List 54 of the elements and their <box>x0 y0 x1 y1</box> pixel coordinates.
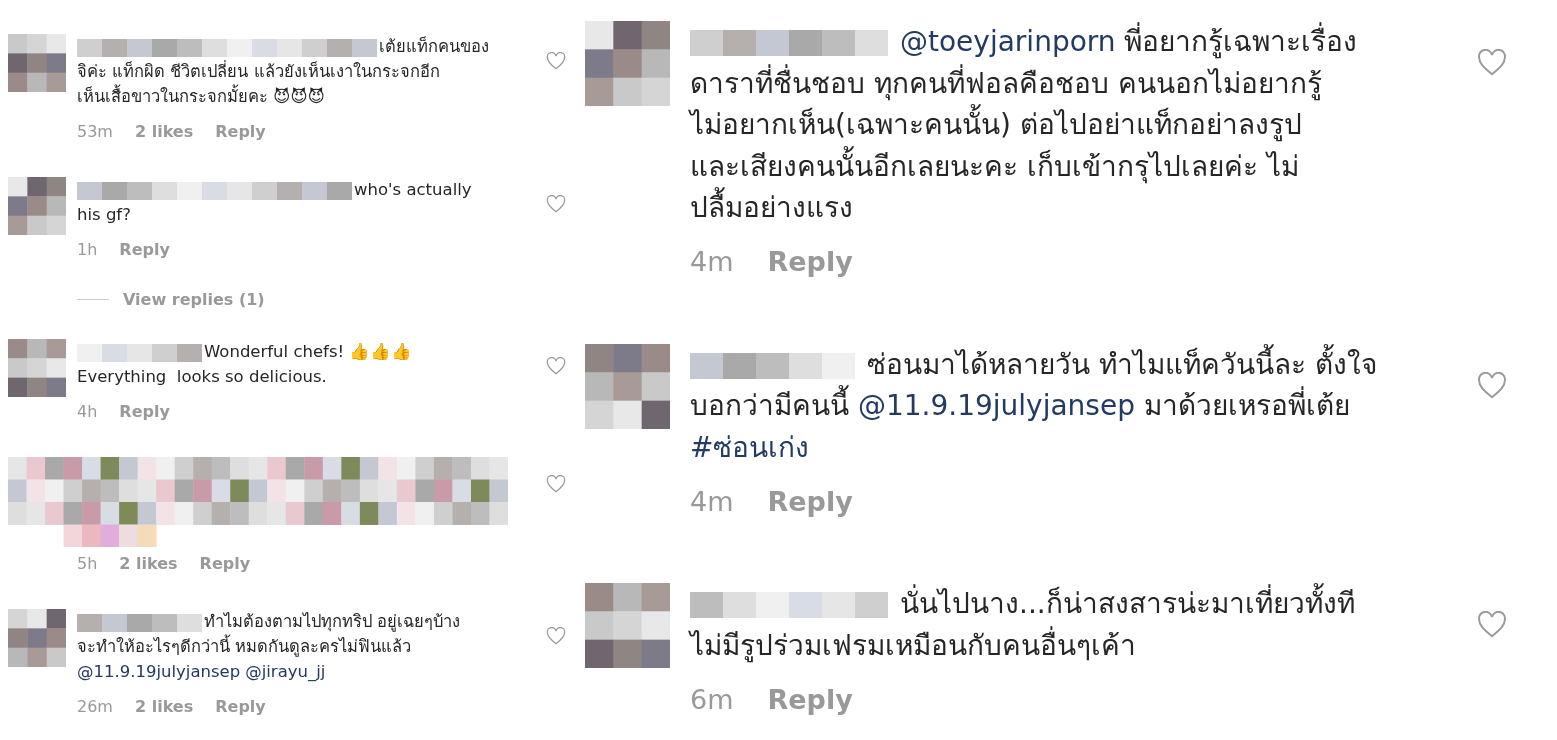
reply-button[interactable]: Reply <box>199 553 251 573</box>
comment-text: Wonderful chefs! 👍👍👍 Everything looks so delicious. <box>77 341 414 388</box>
mention-link[interactable]: @toeyjarinporn <box>900 25 1116 58</box>
reply-button[interactable]: Reply <box>767 683 853 715</box>
heart-icon[interactable] <box>546 357 566 375</box>
blurred-avatar[interactable] <box>585 583 670 668</box>
comment-text: @toeyjarinporn พี่อยากรู้เฉพาะเรื่อง ดาราที่ชื่นชอบ ทุกคนที่ฟอลคือชอบ คนนอกไม่อยากรู้ ไม่อยากเห็น(เฉพาะคนนั้น) ต่อไปอย่าแท็กอย่าลงรูป และเสียงคนนั้นอีกเลยนะคะ เก็บเข้ากรุไปเลยค่ะ ไม่ ปลื้มอย่างแรง <box>690 21 1467 229</box>
comment-text: who's actually his gf? <box>77 179 473 226</box>
blurred-avatar[interactable] <box>585 21 670 106</box>
reply-button[interactable]: Reply <box>767 485 853 517</box>
blurred-username[interactable] <box>690 352 855 379</box>
reply-button[interactable]: Reply <box>215 121 266 141</box>
heart-icon[interactable] <box>546 52 566 70</box>
blurred-username[interactable] <box>77 343 202 362</box>
heart-icon[interactable] <box>1477 371 1507 399</box>
heart-icon[interactable] <box>546 627 566 645</box>
heart-icon[interactable] <box>1477 611 1507 638</box>
mention-link[interactable]: @11.9.19julyjansep <box>857 389 1135 422</box>
comment-text: ทำไมต้องตามไปทุกทริป อยู่เฉยๆบ้าง จะทำให้อะไรๆดีกว่านี้ หมดกันดูละครไม่ฟินแล้ว @11.9.19julyjansep @jirayu_jj <box>77 611 462 683</box>
blurred-avatar[interactable] <box>8 339 66 397</box>
view-replies-link[interactable]: View replies (1) <box>123 289 265 309</box>
comment-time: 53m <box>77 121 113 141</box>
comment-time: 4m <box>690 485 734 517</box>
comment-time: 4h <box>77 401 98 421</box>
comment-text: นั่นไปนาง...ก็น่าสงสารน่ะมาเที่ยวทั้งที ไม่มีรูปร่วมเฟรมเหมือนกับคนอื่นๆเค้า <box>690 583 1467 666</box>
likes-count[interactable]: 2 likes <box>119 553 178 573</box>
comment-text: ซ่อนมาได้หลายวัน ทำไมแท็ควันนี้ละ ตั้งใจ บอกว่ามีคนนี้ @11.9.19julyjansep มาด้วยเหรอพี่เต้ย #ซ่อนเก่ง <box>690 343 1467 468</box>
mention-link[interactable]: @11.9.19julyjansep <box>77 662 241 681</box>
likes-count[interactable]: 2 likes <box>134 121 194 141</box>
mention-link[interactable]: #ซ่อนเก่ง <box>690 430 810 464</box>
heart-icon[interactable] <box>546 195 566 213</box>
comment-time: 5h <box>77 553 98 573</box>
blurred-avatar[interactable] <box>8 609 66 667</box>
likes-count[interactable]: 2 likes <box>134 696 194 716</box>
comment-time: 6m <box>690 683 734 715</box>
mention-link[interactable]: @jirayu_jj <box>245 662 326 681</box>
blurred-username[interactable] <box>77 38 377 57</box>
comment-time: 4m <box>690 246 734 277</box>
heart-icon[interactable] <box>1477 49 1507 76</box>
reply-button[interactable]: Reply <box>119 401 170 421</box>
comment-time: 1h <box>77 239 98 259</box>
blurred-username[interactable] <box>690 30 888 56</box>
blurred-username[interactable] <box>77 613 202 632</box>
comment-time: 26m <box>77 696 113 716</box>
blurred-username[interactable] <box>77 181 352 200</box>
heart-icon[interactable] <box>546 475 566 493</box>
blurred-avatar[interactable] <box>8 177 66 235</box>
reply-button[interactable]: Reply <box>767 246 853 277</box>
reply-button[interactable]: Reply <box>215 696 266 716</box>
blurred-avatar[interactable] <box>585 343 670 429</box>
comment-text: เต้ยแท็กคนของ จิค่ะ แท็กผิด ชีวิตเปลี่ยน แล้วยังเห็นเงาในกระจกอีก เห็นเสื้อขาวในกระจกมั้ยคะ 😈😈😈 <box>77 35 490 108</box>
reply-button[interactable]: Reply <box>119 239 170 259</box>
blurred-avatar[interactable] <box>8 34 66 92</box>
blurred-username[interactable] <box>690 592 888 618</box>
